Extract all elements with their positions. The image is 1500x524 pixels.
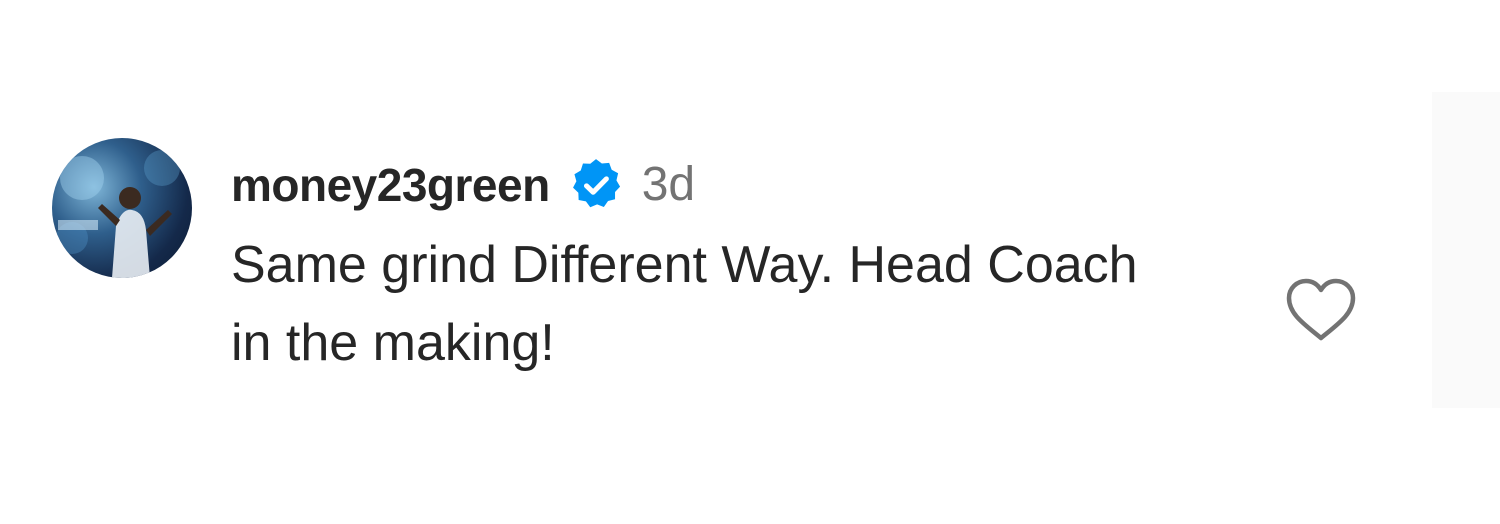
- username-link[interactable]: money23green: [231, 162, 550, 208]
- comment-panel: money23green 3d Same grind Different Way…: [0, 0, 1500, 524]
- comment-timestamp[interactable]: 3d: [642, 161, 695, 209]
- like-button[interactable]: [1282, 274, 1360, 344]
- verified-badge-icon: [568, 157, 624, 213]
- comment-item: money23green 3d Same grind Different Way…: [0, 0, 1500, 524]
- heart-outline-icon: [1286, 278, 1356, 341]
- comment-text: Same grind Different Way. Head Coach in …: [231, 236, 1138, 372]
- avatar-image: [56, 150, 180, 278]
- avatar[interactable]: [52, 138, 192, 278]
- comment-header: money23green 3d: [231, 150, 695, 220]
